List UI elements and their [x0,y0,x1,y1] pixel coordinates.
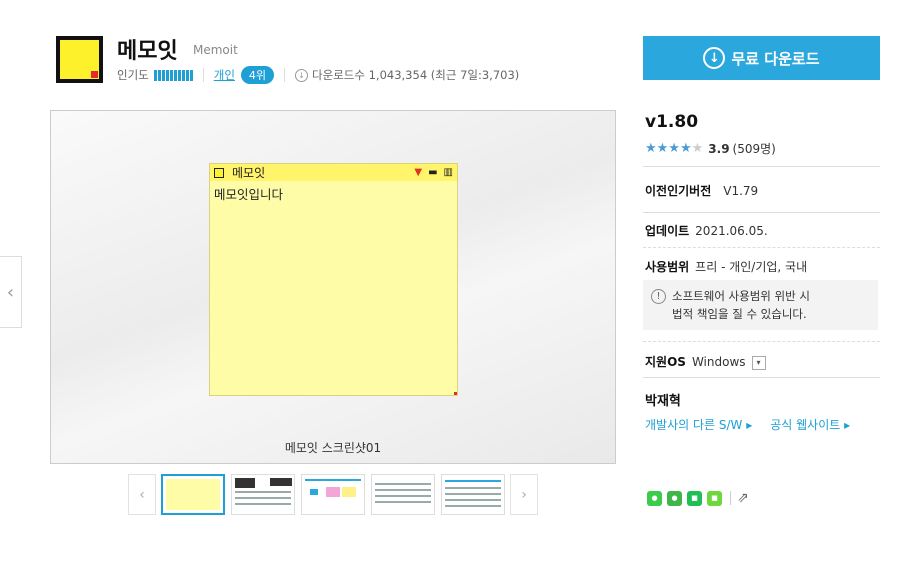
minimize-icon: ▬ [428,167,438,178]
share-row: ● ● ■ ■ ⇗ [647,490,749,506]
license-label: 사용범위 [645,260,690,274]
pin-icon: ▼ [414,167,423,178]
thumbnail-1[interactable] [161,474,225,515]
os-row: 지원OS Windows ▾ [645,353,766,370]
prev-version-label: 이전인기버전 [645,184,712,198]
screenshot-preview[interactable]: 메모잇 ▼ ▬ ▥ 메모잇입니다 메모잇 스크린샷01 [50,110,616,464]
warning-icon: ! [651,289,666,304]
chevron-left-icon[interactable]: ‹ [0,256,22,328]
memo-title: 메모잇 [232,166,266,180]
thumbnail-5[interactable] [441,474,505,515]
band-share-icon[interactable]: ■ [687,490,702,506]
download-button-label: 무료 다운로드 [731,49,820,68]
line-share-icon[interactable]: ● [647,490,662,506]
app-title-en: Memoit [193,43,238,57]
prev-version-row: 이전인기버전 V1.79 [645,182,758,199]
memo-titlebar: 메모잇 ▼ ▬ ▥ [210,164,457,181]
popularity-label: 인기도 [117,68,149,82]
prev-version-value: V1.79 [723,184,759,198]
rating-row: ★★★★★ 3.9 (509명) [645,140,776,157]
warning-line2: 법적 책임을 질 수 있습니다. [672,307,807,321]
license-warning: ! 소프트웨어 사용범위 위반 시 법적 책임을 질 수 있습니다. [643,280,878,330]
app-logo-icon [56,36,103,83]
thumb-next-button[interactable]: › [510,474,538,515]
download-count-icon: ↓ [295,68,309,82]
popularity-bar [153,69,193,81]
memo-app-icon [214,167,224,178]
memo-window: 메모잇 ▼ ▬ ▥ 메모잇입니다 [209,163,458,396]
version: v1.80 [645,112,699,132]
rating-count: (509명) [732,142,776,156]
memo-body: 메모잇입니다 [214,187,284,202]
meta-row: 인기도 개인 4위 ↓ 다운로드수 1,043,354 (최근 7일:3,703… [117,66,519,84]
license-value: 프리 - 개인/기업, 국내 [695,260,808,274]
developer-other-sw-link[interactable]: 개발사의 다른 S/W ▸ [645,418,752,432]
resize-handle [454,392,457,395]
os-label: 지원OS [645,355,686,369]
rank-badge: 4위 [240,66,275,84]
warning-line1: 소프트웨어 사용범위 위반 시 [672,289,810,303]
naver-share-icon[interactable]: ■ [707,490,722,506]
thumbnail-2[interactable] [231,474,295,515]
official-website-link[interactable]: 공식 웹사이트 ▸ [770,418,850,432]
app-title: 메모잇 [117,39,178,64]
free-download-button[interactable]: ↓ 무료 다운로드 [643,36,880,80]
download-icon: ↓ [703,47,726,69]
thumb-prev-button[interactable]: ‹ [128,474,156,515]
license-row: 사용범위 프리 - 개인/기업, 국내 [645,258,807,275]
share-out-icon[interactable]: ⇗ [737,490,749,506]
update-label: 업데이트 [645,224,690,238]
developer-name: 박재혁 [645,394,681,409]
kakao-share-icon[interactable]: ● [667,490,682,506]
rating-score: 3.9 [708,141,730,156]
developer-links: 개발사의 다른 S/W ▸ 공식 웹사이트 ▸ [645,416,850,433]
download-count: 다운로드수 1,043,354 (최근 7일:3,703) [312,68,520,82]
trash-icon: ▥ [443,167,453,178]
dropdown-icon[interactable]: ▾ [751,355,766,370]
rating-stars: ★★★★★ [645,141,704,156]
update-value: 2021.06.05. [695,224,768,238]
os-value: Windows [691,355,746,369]
category-link[interactable]: 개인 [214,67,235,83]
update-row: 업데이트 2021.06.05. [645,222,768,239]
thumbnail-3[interactable] [301,474,365,515]
thumbnail-4[interactable] [371,474,435,515]
preview-caption: 메모잇 스크린샷01 [284,441,382,455]
